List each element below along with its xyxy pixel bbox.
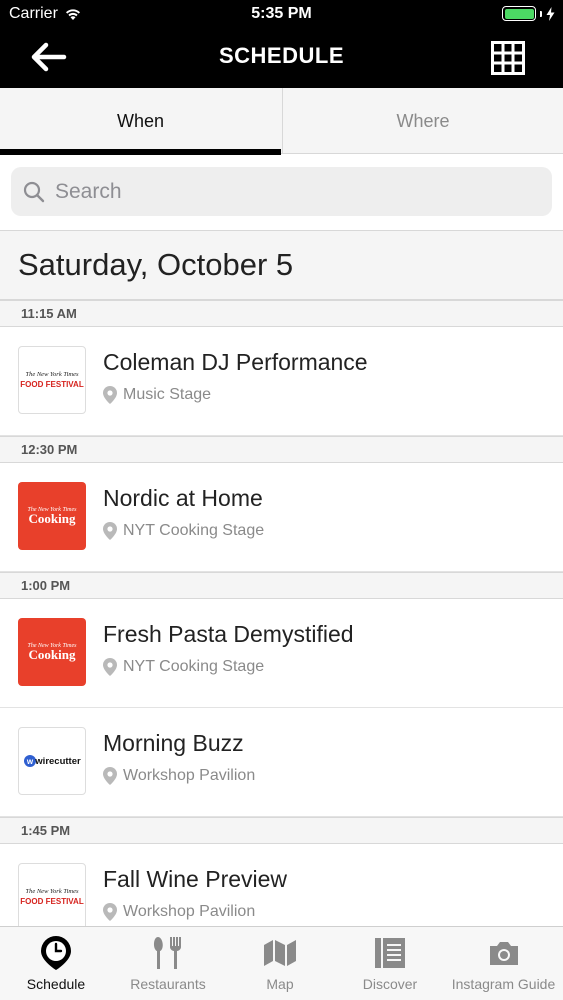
segment-tabs: When Where — [0, 88, 563, 155]
wirecutter-logo: w wirecutter — [18, 727, 86, 795]
nyt-cooking-logo: The New York Times Cooking — [18, 482, 86, 550]
tabbar-item-schedule[interactable]: Schedule — [0, 927, 112, 1000]
tabbar-item-instagram-guide[interactable]: Instagram Guide — [444, 927, 563, 1000]
tabbar-item-map[interactable]: Map — [224, 927, 336, 1000]
bottom-tab-bar: Schedule Restaurants Map Discover Instag… — [0, 926, 563, 1000]
svg-text:FOOD FESTIVAL: FOOD FESTIVAL — [20, 380, 84, 389]
event-name: Morning Buzz — [103, 730, 244, 756]
search-section — [0, 155, 563, 230]
app-header: Carrier 5:35 PM SCHEDULE — [0, 0, 563, 88]
map-icon — [264, 940, 296, 966]
event-name: Nordic at Home — [103, 485, 263, 511]
event-location-label: NYT Cooking Stage — [123, 522, 265, 539]
event-location-label: Workshop Pavilion — [123, 903, 256, 920]
event-row[interactable]: The New York Times Cooking Fresh Pasta D… — [0, 599, 563, 708]
tabbar-item-discover[interactable]: Discover — [336, 927, 444, 1000]
svg-text:wirecutter: wirecutter — [34, 756, 81, 767]
location-pin-icon — [103, 767, 117, 785]
svg-text:The New York Times: The New York Times — [25, 888, 79, 895]
camera-icon — [489, 942, 518, 965]
event-location-label: Workshop Pavilion — [123, 767, 256, 784]
tab-when[interactable]: When — [0, 88, 281, 155]
event-row[interactable]: The New York Times FOOD FESTIVAL Coleman… — [0, 327, 563, 436]
food-festival-logo: The New York Times FOOD FESTIVAL — [18, 863, 86, 931]
event-row[interactable]: The New York Times Cooking Nordic at Hom… — [0, 463, 563, 572]
time-slot-header: 1:45 PM — [0, 817, 563, 844]
status-bar: Carrier 5:35 PM — [0, 0, 563, 30]
navigation-bar: SCHEDULE — [0, 30, 563, 88]
charging-bolt-icon — [546, 6, 555, 21]
time-slot-header: 1:00 PM — [0, 572, 563, 599]
location-pin-icon — [103, 522, 117, 540]
time-slot-header: 12:30 PM — [0, 436, 563, 463]
clock-pin-icon — [41, 936, 71, 970]
event-location: Music Stage — [103, 386, 211, 404]
battery-indicator — [502, 6, 555, 21]
tabbar-label: Map — [266, 976, 294, 992]
fork-knife-icon — [154, 937, 181, 969]
tabbar-label: Restaurants — [130, 976, 206, 992]
event-location: NYT Cooking Stage — [103, 522, 264, 540]
svg-text:The New York Times: The New York Times — [25, 371, 79, 378]
event-location-label: NYT Cooking Stage — [123, 658, 265, 675]
search-icon — [23, 181, 45, 202]
search-input[interactable] — [55, 179, 535, 204]
svg-text:w: w — [26, 757, 34, 766]
svg-text:FOOD FESTIVAL: FOOD FESTIVAL — [20, 897, 84, 906]
food-festival-logo: The New York Times FOOD FESTIVAL — [18, 346, 86, 414]
status-time: 5:35 PM — [251, 5, 312, 22]
date-label: Saturday, October 5 — [18, 247, 294, 282]
location-pin-icon — [103, 658, 117, 676]
event-location-label: Music Stage — [123, 386, 212, 403]
tabbar-item-restaurants[interactable]: Restaurants — [112, 927, 224, 1000]
time-slot-header: 11:15 AM — [0, 300, 563, 327]
newspaper-icon — [375, 938, 405, 968]
page-title: SCHEDULE — [218, 43, 344, 68]
event-name: Coleman DJ Performance — [103, 349, 368, 375]
tabbar-label: Schedule — [26, 976, 86, 992]
tab-when-label: When — [116, 110, 165, 131]
tab-where[interactable]: Where — [282, 88, 563, 154]
event-name: Fresh Pasta Demystified — [103, 621, 354, 647]
event-location: NYT Cooking Stage — [103, 658, 264, 676]
tabbar-label: Discover — [362, 976, 418, 992]
search-bar[interactable] — [11, 167, 552, 216]
event-location: Workshop Pavilion — [103, 767, 255, 785]
event-location: Workshop Pavilion — [103, 903, 255, 921]
event-row[interactable]: w wirecutter Morning Buzz Workshop Pavil… — [0, 708, 563, 817]
svg-text:Cooking: Cooking — [29, 511, 76, 526]
location-pin-icon — [103, 903, 117, 921]
svg-text:Cooking: Cooking — [29, 647, 76, 662]
location-pin-icon — [103, 386, 117, 404]
nyt-cooking-logo: The New York Times Cooking — [18, 618, 86, 686]
tab-where-label: Where — [396, 110, 450, 131]
tabbar-label: Instagram Guide — [451, 976, 556, 992]
battery-icon — [502, 6, 536, 21]
grid-view-icon[interactable] — [491, 41, 525, 75]
date-section-header: Saturday, October 5 — [0, 230, 563, 300]
event-name: Fall Wine Preview — [103, 866, 288, 892]
